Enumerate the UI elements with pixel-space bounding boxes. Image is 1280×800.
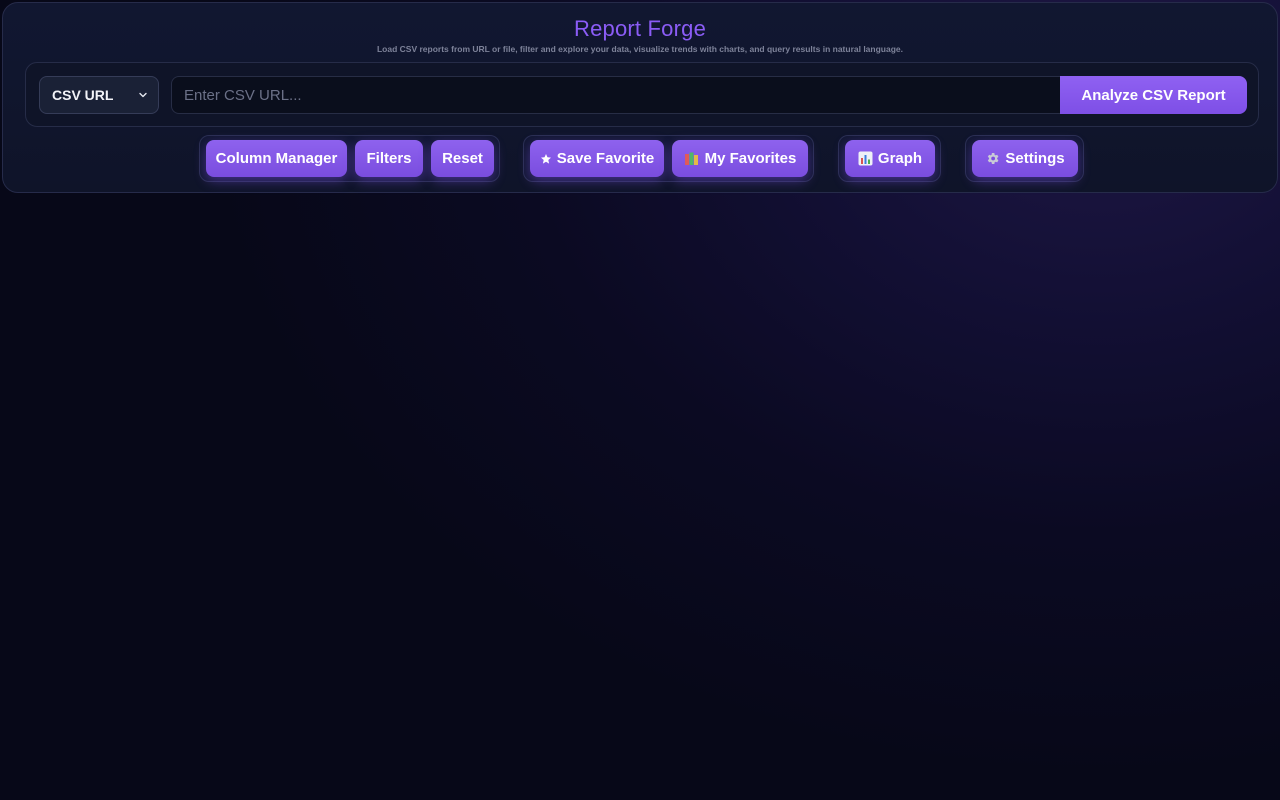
settings-button[interactable]: Settings <box>972 140 1078 177</box>
bar-chart-icon <box>858 151 873 166</box>
app-subtitle: Load CSV reports from URL or file, filte… <box>376 44 903 54</box>
my-favorites-button[interactable]: My Favorites <box>672 140 808 177</box>
star-icon <box>540 153 552 165</box>
column-manager-label: Column Manager <box>215 150 338 167</box>
graph-button[interactable]: Graph <box>845 140 935 177</box>
analyze-csv-report-button[interactable]: Analyze CSV Report <box>1060 76 1247 114</box>
graph-group: Graph <box>838 135 941 182</box>
reset-label: Reset <box>442 150 483 167</box>
csv-url-input[interactable] <box>171 76 1061 114</box>
chevron-down-icon <box>139 92 147 98</box>
settings-group: Settings <box>965 135 1084 182</box>
header-panel: Report Forge Load CSV reports from URL o… <box>2 2 1278 193</box>
source-type-value: CSV URL <box>52 87 114 103</box>
app-title: Report Forge <box>573 16 706 41</box>
favorites-group: Save Favorite My Favorites <box>523 135 814 182</box>
source-input-row: CSV URL Analyze CSV Report <box>25 62 1259 127</box>
column-manager-button[interactable]: Column Manager <box>206 140 347 177</box>
reset-button[interactable]: Reset <box>431 140 494 177</box>
settings-label: Settings <box>1005 150 1065 167</box>
data-tools-group: Column Manager Filters Reset <box>199 135 500 182</box>
save-favorite-button[interactable]: Save Favorite <box>530 140 664 177</box>
books-icon <box>684 152 700 166</box>
filters-button[interactable]: Filters <box>355 140 423 177</box>
gear-icon <box>985 151 1000 166</box>
source-type-select[interactable]: CSV URL <box>39 76 159 114</box>
my-favorites-label: My Favorites <box>704 150 797 167</box>
graph-label: Graph <box>877 150 923 167</box>
save-favorite-label: Save Favorite <box>556 150 655 167</box>
filters-label: Filters <box>366 150 412 167</box>
